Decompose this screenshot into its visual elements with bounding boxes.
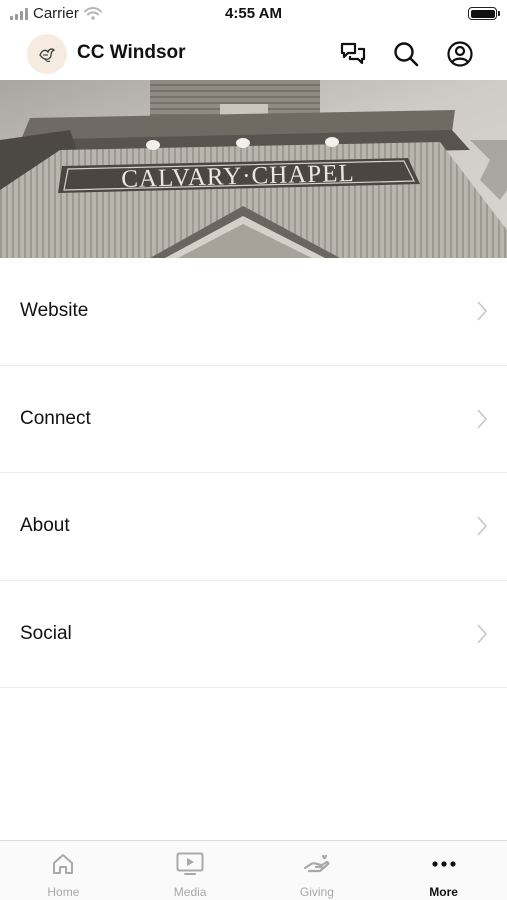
- battery-icon: [468, 7, 500, 20]
- menu-item-connect[interactable]: Connect: [0, 366, 507, 473]
- menu-item-social[interactable]: Social: [0, 581, 507, 688]
- tab-label: Home: [47, 885, 80, 899]
- status-time: 4:55 AM: [225, 5, 282, 22]
- app-header: CC Windsor: [0, 28, 507, 80]
- church-building-photo: CALVARY·CHAPEL: [0, 80, 507, 258]
- menu-item-label: Social: [20, 622, 72, 644]
- more-icon: [432, 861, 456, 867]
- search-icon: [394, 42, 419, 67]
- media-icon: [176, 852, 204, 875]
- menu-item-label: Website: [20, 300, 89, 322]
- chat-icon: [340, 42, 366, 65]
- tab-label: Giving: [299, 885, 334, 899]
- menu-item-label: Connect: [20, 407, 91, 429]
- messages-button[interactable]: [338, 39, 368, 69]
- search-button[interactable]: [391, 39, 421, 69]
- tab-label: More: [429, 885, 458, 899]
- tab-more[interactable]: More: [380, 841, 507, 900]
- tab-media[interactable]: Media: [127, 841, 254, 900]
- more-menu-list: Website Connect About Social: [0, 258, 507, 688]
- dove-logo-icon: [39, 48, 56, 62]
- chevron-right-icon: [477, 516, 488, 536]
- tab-home[interactable]: Home: [0, 841, 127, 900]
- page-title: CC Windsor: [77, 42, 186, 63]
- menu-item-website[interactable]: Website: [0, 258, 507, 366]
- chevron-right-icon: [477, 624, 488, 644]
- status-bar: Carrier 4:55 AM: [0, 0, 507, 28]
- user-icon: [447, 41, 473, 67]
- hero-banner-image: CALVARY·CHAPEL: [0, 80, 507, 258]
- profile-button[interactable]: [445, 39, 475, 69]
- giving-icon: [303, 854, 330, 873]
- chevron-right-icon: [477, 301, 488, 321]
- tab-label: Media: [173, 885, 207, 899]
- menu-item-label: About: [20, 515, 70, 537]
- church-logo[interactable]: [27, 34, 67, 74]
- tab-giving[interactable]: Giving: [254, 841, 381, 900]
- home-icon: [53, 854, 74, 874]
- bottom-tab-bar: Home Media Giving More: [0, 840, 507, 900]
- menu-item-about[interactable]: About: [0, 473, 507, 581]
- chevron-right-icon: [477, 409, 488, 429]
